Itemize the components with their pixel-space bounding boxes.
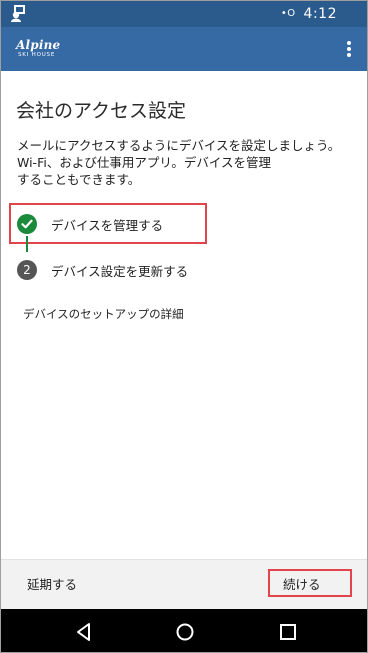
logo-sub-text: SKI HOUSE: [18, 52, 56, 58]
more-vert-icon[interactable]: [341, 39, 357, 59]
alpine-ski-house-logo: Alpine SKI HOUSE: [16, 38, 62, 62]
description-line: Wi-Fi、および仕事用アプリ。デバイスを管理: [17, 155, 271, 170]
page-title: 会社のアクセス設定: [16, 100, 187, 122]
description-line: することもできます。: [17, 172, 141, 187]
check-icon: [17, 214, 37, 234]
step-label: デバイスを管理する: [51, 217, 164, 233]
recent-apps-icon[interactable]: [277, 621, 299, 643]
status-indicators: •O 4:12: [281, 5, 337, 23]
status-indicator: •O: [280, 8, 296, 19]
action-bar: 延期する 続ける: [1, 559, 367, 609]
status-bar: •O 4:12: [1, 1, 367, 27]
home-icon[interactable]: [174, 621, 196, 643]
status-time: 4:12: [303, 6, 337, 22]
device-setup-details-link[interactable]: デバイスのセットアップの詳細: [23, 306, 184, 322]
step-manage-device[interactable]: デバイスを管理する: [17, 212, 163, 236]
back-icon[interactable]: [73, 621, 95, 643]
page-description: メールにアクセスするようにデバイスを設定しましょう。 Wi-Fi、および仕事用ア…: [17, 137, 347, 188]
postpone-button[interactable]: 延期する: [27, 574, 77, 593]
system-nav-bar: [1, 609, 367, 652]
step-connector: [26, 236, 28, 252]
logo-main-text: Alpine: [16, 38, 61, 52]
app-screen: •O 4:12 Alpine SKI HOUSE 会社のアクセス設定 メールにア…: [0, 0, 368, 653]
app-bar: Alpine SKI HOUSE: [1, 27, 367, 71]
step-label: デバイス設定を更新する: [51, 263, 189, 279]
description-line: メールにアクセスするようにデバイスを設定しましょう。: [17, 138, 341, 153]
step-update-settings[interactable]: 2 デバイス設定を更新する: [17, 258, 188, 282]
user-notification-icon: [11, 5, 25, 22]
continue-button[interactable]: 続ける: [283, 574, 321, 593]
step-number-badge: 2: [17, 260, 37, 280]
